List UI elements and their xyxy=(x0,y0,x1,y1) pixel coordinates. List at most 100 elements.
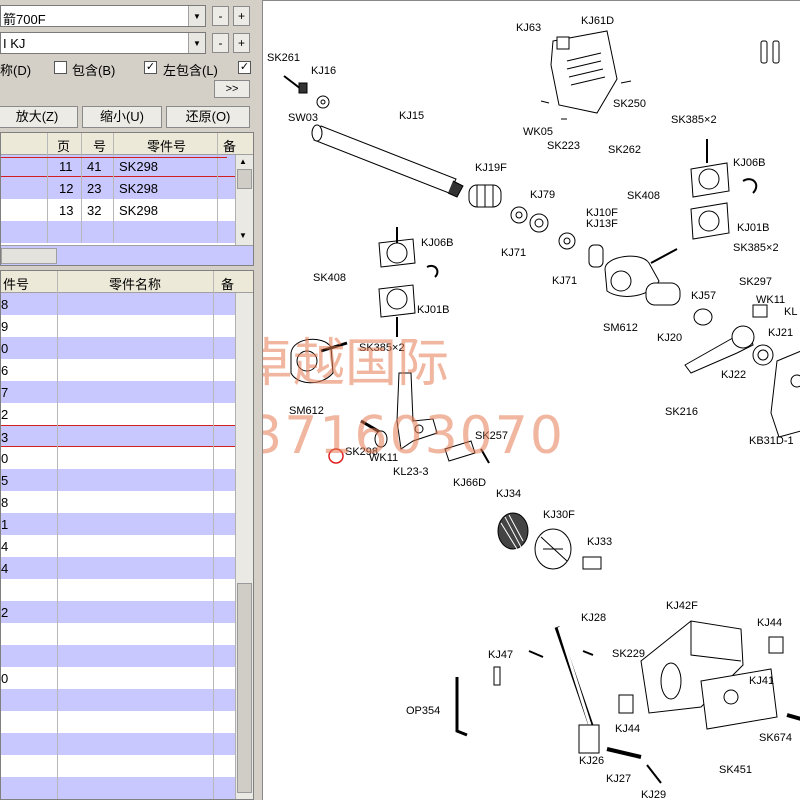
table-row[interactable]: 7 xyxy=(1,381,253,403)
page-increment-button[interactable]: + xyxy=(233,33,250,53)
left-contains-checkbox[interactable]: ✓ xyxy=(144,61,157,74)
part-label[interactable]: KJ47 xyxy=(488,649,513,661)
part-label[interactable]: KJ13F xyxy=(586,218,618,230)
part-label[interactable]: KJ71 xyxy=(501,247,526,259)
table-row[interactable]: 0 xyxy=(1,447,253,469)
part-label[interactable]: KJ44 xyxy=(757,617,782,629)
part-label[interactable]: KJ06B xyxy=(733,157,765,169)
table-row[interactable] xyxy=(1,733,253,755)
table-row[interactable]: 2 xyxy=(1,601,253,623)
table-row[interactable]: 8 xyxy=(1,293,253,315)
part-label[interactable]: OP354 xyxy=(406,705,440,717)
increment-button[interactable]: + xyxy=(233,6,250,26)
part-label[interactable]: KJ34 xyxy=(496,488,521,500)
table-row[interactable] xyxy=(1,777,253,799)
table-row[interactable]: 6 xyxy=(1,359,253,381)
part-label[interactable]: KJ26 xyxy=(579,755,604,767)
extra-checkbox[interactable]: ✓ xyxy=(238,61,251,74)
name-filter-label[interactable]: 称(D) xyxy=(0,60,31,79)
table-row[interactable] xyxy=(1,579,253,601)
table-row[interactable]: 5 xyxy=(1,469,253,491)
table-row[interactable]: 13 32 SK298 xyxy=(1,199,253,221)
table-row[interactable] xyxy=(1,623,253,645)
part-label[interactable]: KJ44 xyxy=(615,723,640,735)
table-row[interactable]: 1 xyxy=(1,513,253,535)
chevron-down-icon[interactable]: ▼ xyxy=(188,6,205,26)
part-label[interactable]: SK408 xyxy=(627,190,660,202)
part-label[interactable]: KJ79 xyxy=(530,189,555,201)
part-label[interactable]: KJ63 xyxy=(516,22,541,34)
model-combo[interactable]: 箭700F ▼ xyxy=(0,5,206,27)
part-label[interactable]: SK451 xyxy=(719,764,752,776)
exploded-parts-diagram[interactable]: SK261 KJ16 SW03 KJ15 KJ63 KJ61D SK250 WK05 SK223… xyxy=(262,0,800,800)
chevron-down-icon[interactable]: ▼ xyxy=(188,33,205,53)
part-label[interactable]: KJ42F xyxy=(666,600,698,612)
decrement-button[interactable]: - xyxy=(212,6,229,26)
table-row[interactable]: 11 41 SK298 xyxy=(1,155,253,177)
scroll-thumb[interactable] xyxy=(237,169,252,189)
part-label[interactable]: KJ01B xyxy=(737,222,769,234)
part-label[interactable]: SW03 xyxy=(288,112,318,124)
part-label[interactable]: KB31D-1 xyxy=(749,435,794,447)
table-row[interactable]: 0 xyxy=(1,667,253,689)
table-row[interactable]: 3 xyxy=(1,425,253,447)
table-row[interactable]: 9 xyxy=(1,315,253,337)
part-label[interactable]: SK385×2 xyxy=(733,242,779,254)
zoom-in-button[interactable]: 放大(Z) xyxy=(0,106,78,128)
part-label[interactable]: SK261 xyxy=(267,52,300,64)
table-row[interactable] xyxy=(1,755,253,777)
part-label[interactable]: KJ29 xyxy=(641,789,666,800)
part-label[interactable]: KJ01B xyxy=(417,304,449,316)
part-label[interactable]: KJ30F xyxy=(543,509,575,521)
table-row[interactable] xyxy=(1,645,253,667)
part-label[interactable]: SK385×2 xyxy=(671,114,717,126)
vertical-scrollbar[interactable] xyxy=(235,293,253,799)
table-row[interactable]: 0 xyxy=(1,337,253,359)
part-label[interactable]: KJ71 xyxy=(552,275,577,287)
part-label[interactable]: WK05 xyxy=(523,126,553,138)
part-label[interactable]: KJ21 xyxy=(768,327,793,339)
table-row[interactable] xyxy=(1,711,253,733)
part-label[interactable]: SK223 xyxy=(547,140,580,152)
part-label[interactable]: SK408 xyxy=(313,272,346,284)
part-label[interactable]: KJ61D xyxy=(581,15,614,27)
part-label[interactable]: SK250 xyxy=(613,98,646,110)
part-label[interactable]: KJ28 xyxy=(581,612,606,624)
part-label[interactable]: SK674 xyxy=(759,732,792,744)
part-label[interactable]: KJ22 xyxy=(721,369,746,381)
part-label[interactable]: KJ66D xyxy=(453,477,486,489)
part-label[interactable]: SM612 xyxy=(603,322,638,334)
table-row[interactable]: 4 xyxy=(1,557,253,579)
part-label[interactable]: KL xyxy=(784,306,797,318)
part-label[interactable]: SK216 xyxy=(665,406,698,418)
scroll-thumb[interactable] xyxy=(237,583,252,793)
part-label[interactable]: KJ20 xyxy=(657,332,682,344)
part-label[interactable]: SK262 xyxy=(608,144,641,156)
part-label[interactable]: SK229 xyxy=(612,648,645,660)
scroll-up-icon[interactable]: ▲ xyxy=(239,157,247,166)
zoom-out-button[interactable]: 缩小(U) xyxy=(82,106,162,128)
next-button[interactable]: >> xyxy=(214,80,250,98)
table-row[interactable] xyxy=(1,689,253,711)
part-label[interactable]: KJ19F xyxy=(475,162,507,174)
table-row[interactable]: 4 xyxy=(1,535,253,557)
part-label[interactable]: KJ16 xyxy=(311,65,336,77)
part-label[interactable]: WK11 xyxy=(756,294,785,306)
part-label[interactable]: KJ33 xyxy=(587,536,612,548)
part-label[interactable]: KJ15 xyxy=(399,110,424,122)
part-label[interactable]: KJ06B xyxy=(421,237,453,249)
horizontal-scroll-thumb[interactable] xyxy=(1,248,57,264)
table-row[interactable]: 8 xyxy=(1,491,253,513)
part-label[interactable]: KL23-3 xyxy=(393,466,428,478)
part-label[interactable]: SK297 xyxy=(739,276,772,288)
page-combo[interactable]: I KJ ▼ xyxy=(0,32,206,54)
contains-checkbox[interactable] xyxy=(54,61,67,74)
restore-button[interactable]: 还原(O) xyxy=(166,106,250,128)
part-label[interactable]: KJ27 xyxy=(606,773,631,785)
table-row[interactable]: 12 23 SK298 xyxy=(1,177,253,199)
part-label[interactable]: KJ41 xyxy=(749,675,774,687)
page-decrement-button[interactable]: - xyxy=(212,33,229,53)
scroll-down-icon[interactable]: ▼ xyxy=(239,231,247,240)
vertical-scrollbar[interactable]: ▲ ▼ xyxy=(235,155,253,245)
table-row[interactable] xyxy=(1,221,253,243)
